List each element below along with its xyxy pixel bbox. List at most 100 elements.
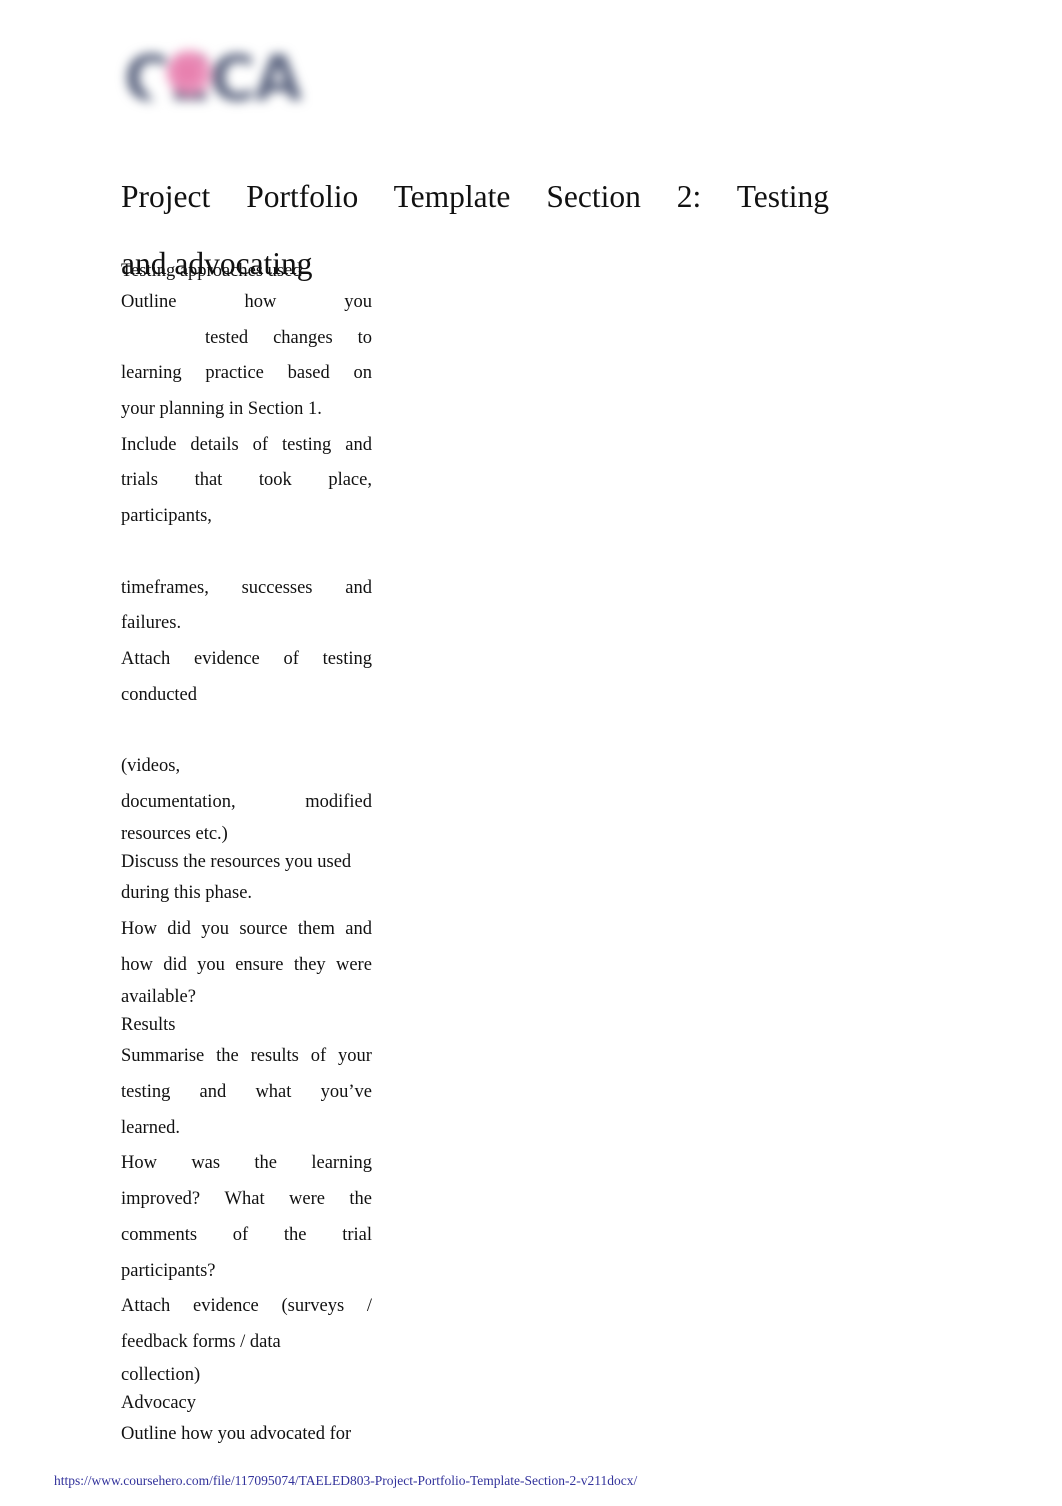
document-word: they	[293, 954, 326, 975]
document-word: of	[283, 648, 299, 669]
document-line: resources etc.)	[121, 824, 228, 845]
document-word: what	[255, 1082, 292, 1103]
document-word: /	[366, 1296, 372, 1317]
document-word: evidence	[193, 1296, 259, 1317]
document-page: CECA Project Portfolio Template Section …	[0, 0, 1062, 1506]
document-word: your	[338, 1046, 372, 1067]
document-word: practice	[205, 363, 264, 384]
document-line: trials that took place,	[121, 463, 372, 499]
logo-counter-icon	[146, 76, 171, 101]
document-line: participants?	[121, 1260, 216, 1281]
document-line: Testing approaches used	[121, 261, 302, 281]
document-line: improved? What were the	[121, 1182, 372, 1218]
document-line: (videos,	[121, 755, 181, 776]
document-word: testing	[322, 648, 372, 669]
document-line: Attach evidence (surveys /	[121, 1289, 372, 1325]
document-word: Summarise	[121, 1046, 205, 1067]
document-word: the	[283, 1224, 307, 1245]
document-word: you	[201, 919, 229, 939]
document-word: How	[121, 1153, 157, 1174]
document-word: that	[194, 470, 223, 491]
document-word: were	[289, 1189, 325, 1210]
source-url-link[interactable]: https://www.coursehero.com/file/11709507…	[54, 1472, 637, 1490]
document-word: and	[345, 434, 372, 455]
document-line: documentation, modified	[121, 785, 372, 821]
document-word: details	[190, 434, 239, 455]
document-line: failures.	[121, 613, 182, 634]
document-word: trials	[121, 470, 158, 491]
document-line: Summarise the results of your	[121, 1039, 372, 1075]
document-line: Outline how you advocated for	[121, 1423, 352, 1444]
document-word: took	[258, 470, 292, 491]
document-word: were	[335, 954, 372, 975]
document-word: timeframes,	[121, 577, 209, 598]
document-word: you	[197, 954, 225, 975]
document-word: the	[349, 1189, 372, 1210]
document-word: was	[191, 1153, 221, 1174]
document-word: learning	[121, 363, 182, 384]
document-word: and	[345, 577, 372, 598]
document-word: improved?	[121, 1189, 201, 1210]
document-word: you’ve	[320, 1082, 372, 1103]
document-line: your planning in Section 1.	[121, 399, 322, 420]
document-line: Discuss the resources you used	[121, 852, 352, 873]
document-word: How	[121, 919, 157, 939]
document-word: how	[121, 954, 153, 975]
document-word: place,	[328, 470, 372, 491]
document-word: comments	[121, 1224, 198, 1245]
document-word: learning	[311, 1153, 372, 1174]
document-line: Include details of testing and	[121, 428, 372, 464]
logo-accent-dot-icon	[166, 50, 214, 98]
document-line: Advocacy	[121, 1392, 196, 1413]
ceca-logo: CECA	[124, 46, 356, 136]
document-word: to	[357, 327, 372, 348]
document-line: testing and what you’ve	[121, 1075, 372, 1111]
document-line: learned.	[121, 1117, 181, 1138]
document-line: how did you ensure they were	[121, 948, 372, 984]
document-word: of	[310, 1046, 327, 1067]
document-word: (surveys	[281, 1296, 345, 1317]
document-line: Results	[121, 1015, 176, 1036]
document-line: Outline how you	[121, 285, 372, 321]
document-word: testing	[281, 434, 332, 455]
document-line: timeframes, successes and	[121, 571, 372, 607]
document-word: of	[252, 434, 269, 455]
document-word: Attach	[121, 648, 171, 669]
document-word: of	[232, 1224, 249, 1245]
document-word: you	[344, 292, 372, 312]
document-line: Attach evidence of testing	[121, 642, 372, 678]
document-line: learning practice based on	[121, 356, 372, 392]
document-word: did	[163, 954, 187, 975]
document-word: Outline	[121, 292, 177, 312]
document-line: How did you source them and	[121, 912, 372, 948]
document-word: them	[297, 919, 335, 939]
document-line: feedback forms / data	[121, 1331, 281, 1352]
document-word: and	[345, 919, 372, 939]
document-word: successes	[241, 577, 313, 598]
document-word: and	[199, 1082, 227, 1103]
document-word: Attach	[121, 1296, 171, 1317]
document-word: trial	[342, 1224, 372, 1245]
document-word: Include	[121, 434, 177, 455]
document-word: documentation,	[121, 791, 236, 812]
document-word: the	[216, 1046, 239, 1067]
document-line: collection)	[121, 1364, 201, 1385]
document-body: Testing approaches used Outline how you test…	[121, 257, 372, 1452]
document-word: how	[244, 292, 277, 312]
document-word: did	[167, 919, 191, 939]
document-word: based	[287, 363, 330, 384]
document-word: changes	[273, 327, 333, 348]
document-line: available?	[121, 987, 196, 1008]
document-word: ensure	[235, 954, 284, 975]
document-line: How was the learning	[121, 1146, 372, 1182]
document-word: modified	[305, 791, 372, 812]
document-line: comments of the trial	[121, 1218, 372, 1254]
document-word: on	[353, 363, 373, 384]
document-line: conducted	[121, 684, 198, 705]
document-line: participants,	[121, 506, 212, 527]
document-word: evidence	[194, 648, 260, 669]
document-line: tested changes to	[121, 321, 372, 357]
document-word: What	[224, 1189, 265, 1210]
